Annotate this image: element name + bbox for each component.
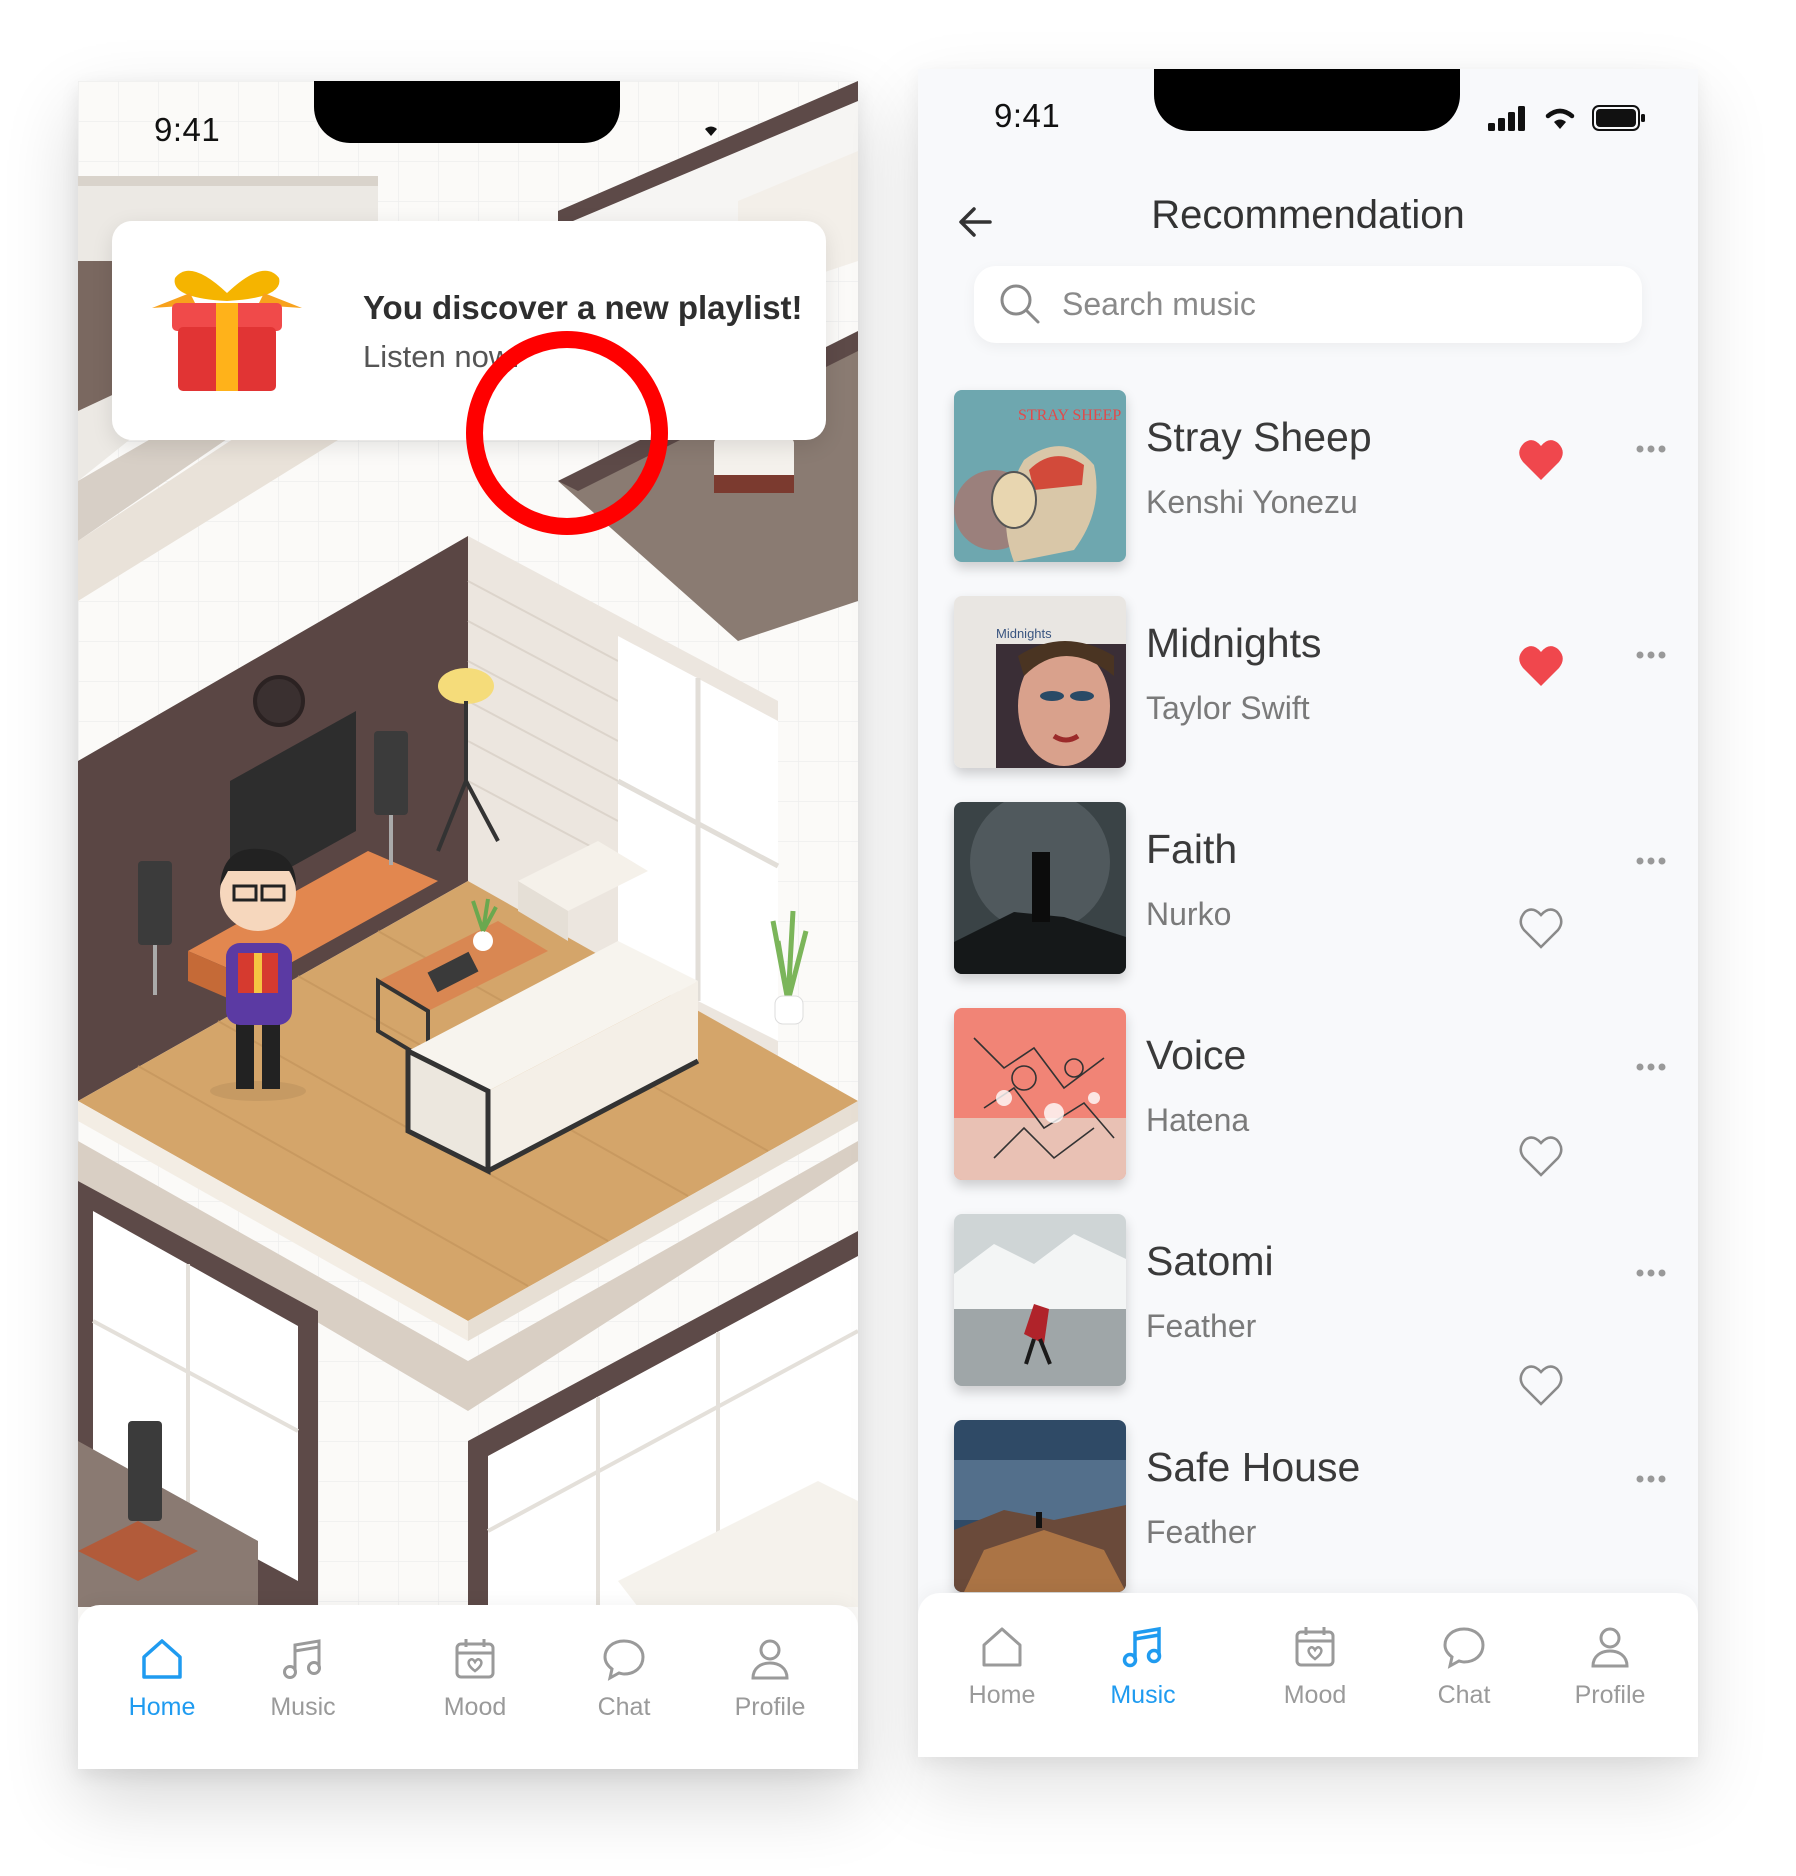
status-time: 9:41: [154, 111, 221, 148]
tab-home[interactable]: Home: [937, 1623, 1067, 1710]
wifi-icon: [705, 126, 717, 136]
track-title: Safe House: [1146, 1444, 1361, 1490]
track-title: Stray Sheep: [1146, 414, 1372, 460]
album-cover: STRAY SHEEP: [954, 390, 1126, 562]
person-icon: [751, 1639, 789, 1680]
track-row[interactable]: STRAY SHEEP Stray Sheep Kenshi Yonezu: [954, 390, 1666, 562]
wifi-icon: [1545, 108, 1575, 129]
home-screen-phone: 9:41 You discover a new playlist! Listen…: [78, 81, 858, 1769]
more-options-icon[interactable]: [1635, 856, 1667, 866]
tab-home-label: Home: [128, 1693, 196, 1721]
search-icon: [1000, 284, 1040, 324]
tab-chat[interactable]: Chat: [1399, 1623, 1529, 1710]
track-artist: Hatena: [1146, 1102, 1250, 1138]
tab-home[interactable]: Home: [97, 1635, 227, 1722]
tab-home-label: Home: [968, 1681, 1036, 1709]
track-artist: Feather: [1146, 1308, 1257, 1344]
cover-text: Midnights: [996, 626, 1052, 641]
camera-notch: [1154, 69, 1460, 131]
track-artist: Nurko: [1146, 896, 1232, 932]
notification-title: You discover a new playlist!: [363, 289, 803, 326]
track-row[interactable]: Voice Hatena: [954, 1008, 1666, 1180]
more-options-icon[interactable]: [1635, 444, 1667, 454]
home-icon: [142, 1639, 182, 1679]
music-note-icon: [283, 1639, 321, 1679]
heart-outline-icon[interactable]: [1518, 1134, 1564, 1178]
tab-profile-label: Profile: [734, 1693, 806, 1721]
track-row[interactable]: Faith Nurko: [954, 802, 1666, 974]
more-options-icon[interactable]: [1635, 1474, 1667, 1484]
more-options-icon[interactable]: [1635, 1268, 1667, 1278]
camera-notch: [314, 81, 620, 143]
gift-icon: [152, 270, 302, 391]
heart-outline-icon[interactable]: [1518, 906, 1564, 950]
tab-music-label: Music: [270, 1693, 336, 1721]
music-note-icon: [1122, 1626, 1162, 1668]
calendar-heart-icon: [1295, 1627, 1335, 1667]
tab-chat[interactable]: Chat: [559, 1635, 689, 1722]
tab-profile[interactable]: Profile: [705, 1635, 835, 1722]
tab-chat-label: Chat: [1437, 1681, 1491, 1709]
bottom-tab-bar: Home Music Mood Chat Profile: [78, 1605, 858, 1769]
heart-filled-icon[interactable]: [1518, 438, 1564, 482]
more-options-icon[interactable]: [1635, 1062, 1667, 1072]
status-time: 9:41: [994, 97, 1061, 134]
tab-mood-label: Mood: [1283, 1681, 1347, 1709]
album-cover: [954, 802, 1126, 974]
tab-mood[interactable]: Mood: [1250, 1623, 1380, 1710]
track-artist: Taylor Swift: [1146, 690, 1310, 726]
chat-bubble-icon: [603, 1639, 645, 1681]
recommendation-screen-phone: 9:41 Recommendation Search music STRAY S…: [918, 69, 1698, 1757]
more-options-icon[interactable]: [1635, 650, 1667, 660]
track-title: Voice: [1146, 1032, 1247, 1078]
tab-profile-label: Profile: [1574, 1681, 1646, 1709]
track-title: Satomi: [1146, 1238, 1274, 1284]
track-row[interactable]: Midnights Midnights Taylor Swift: [954, 596, 1666, 768]
page-title: Recommendation: [1151, 193, 1465, 237]
heart-outline-icon[interactable]: [1518, 1363, 1564, 1407]
cover-text: STRAY SHEEP: [1018, 407, 1121, 424]
track-row[interactable]: Satomi Feather: [954, 1214, 1666, 1406]
tab-mood-label: Mood: [443, 1693, 507, 1721]
tab-profile[interactable]: Profile: [1545, 1623, 1675, 1710]
heart-filled-icon[interactable]: [1518, 644, 1564, 688]
calendar-heart-icon: [455, 1639, 495, 1679]
track-artist: Kenshi Yonezu: [1146, 484, 1358, 520]
home-icon: [982, 1627, 1022, 1667]
album-cover: Midnights: [954, 596, 1126, 768]
tab-mood[interactable]: Mood: [410, 1635, 540, 1722]
annotation-circle: [466, 331, 668, 535]
bottom-tab-bar: Home Music Mood Chat Profile: [918, 1593, 1698, 1757]
chat-bubble-icon: [1443, 1627, 1485, 1669]
tab-chat-label: Chat: [597, 1693, 651, 1721]
track-title: Midnights: [1146, 620, 1322, 666]
battery-icon: [1592, 105, 1645, 131]
tab-music[interactable]: Music: [1078, 1623, 1208, 1710]
album-cover: [954, 1420, 1126, 1592]
track-title: Faith: [1146, 826, 1238, 872]
track-row[interactable]: Safe House Feather: [954, 1420, 1666, 1592]
search-input[interactable]: [1062, 282, 1602, 326]
signal-icon: [1488, 106, 1525, 131]
tab-music[interactable]: Music: [238, 1635, 368, 1722]
album-cover: [954, 1008, 1126, 1180]
tab-music-label: Music: [1110, 1681, 1176, 1709]
person-icon: [1591, 1627, 1629, 1668]
track-artist: Feather: [1146, 1514, 1257, 1550]
album-cover: [954, 1214, 1126, 1386]
search-bar[interactable]: [974, 266, 1642, 343]
